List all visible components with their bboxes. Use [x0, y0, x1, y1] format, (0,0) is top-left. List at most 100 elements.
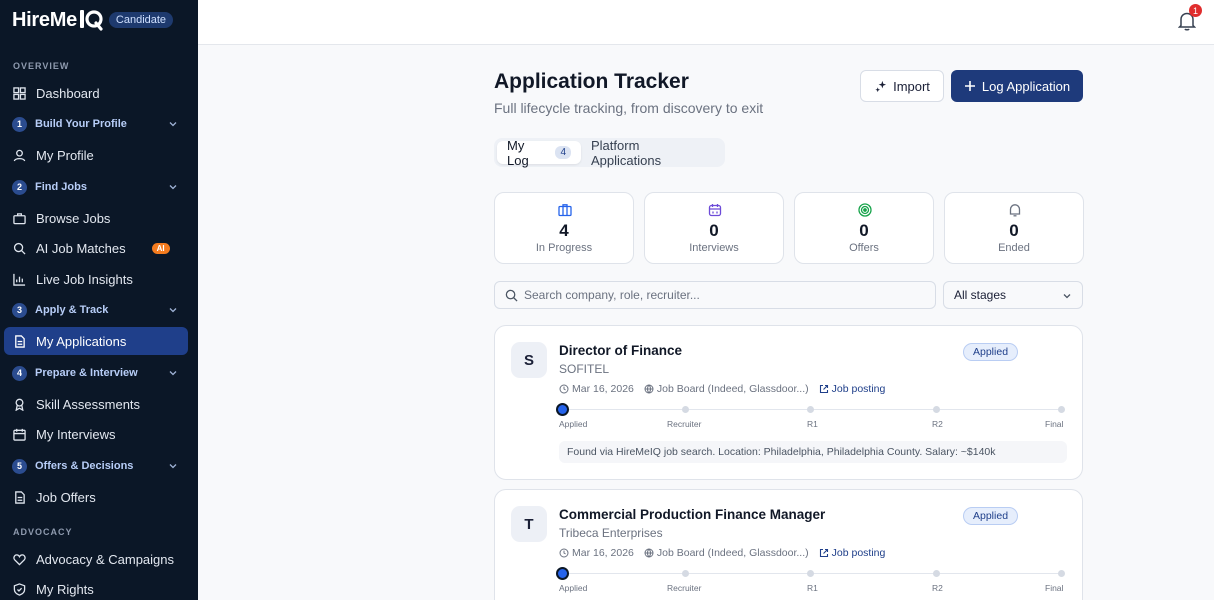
stage-filter-value: All stages: [954, 288, 1007, 302]
notifications-button[interactable]: 1: [1177, 4, 1202, 33]
award-icon: [12, 397, 26, 411]
company-avatar: T: [511, 506, 547, 542]
tab-count-badge: 4: [555, 146, 571, 159]
chart-icon: [12, 272, 26, 286]
plus-icon: [964, 81, 975, 91]
log-application-button-label: Log Application: [981, 78, 1071, 94]
stage-dot-recruiter[interactable]: [682, 406, 689, 413]
grid-icon: [12, 86, 26, 100]
date-text: Mar 16, 2026: [572, 547, 634, 559]
chevron-down-icon: [169, 308, 177, 313]
sidebar-item-my-interviews[interactable]: My Interviews: [4, 420, 188, 448]
chevron-down-icon: [1063, 294, 1071, 299]
link-text: Job posting: [831, 547, 886, 559]
date-text: Mar 16, 2026: [572, 383, 634, 395]
sidebar-group-build-profile[interactable]: 1 Build Your Profile: [4, 111, 188, 137]
sidebar-group-find-jobs[interactable]: 2 Find Jobs: [4, 174, 188, 200]
stage-dot-final[interactable]: [1058, 570, 1065, 577]
stage-label: R1: [807, 583, 818, 593]
job-posting-link[interactable]: Job posting: [819, 383, 885, 395]
notification-count-badge: 1: [1189, 4, 1202, 17]
sidebar-group-offers-decisions[interactable]: 5 Offers & Decisions: [4, 453, 188, 479]
step-number: 1: [12, 116, 27, 132]
stage-filter-select[interactable]: All stages: [943, 281, 1083, 309]
sidebar-item-ai-job-matches[interactable]: AI Job Matches AI: [4, 234, 188, 262]
sidebar-item-my-rights[interactable]: My Rights: [4, 575, 188, 600]
sidebar-item-label: Advocacy & Campaigns: [36, 551, 175, 567]
chevron-down-icon: [169, 464, 177, 469]
section-label-overview: OVERVIEW: [13, 61, 70, 71]
sidebar-group-apply-track[interactable]: 3 Apply & Track: [4, 297, 188, 323]
search-input[interactable]: [524, 288, 904, 302]
sidebar-item-label: Live Job Insights: [36, 271, 133, 287]
application-note: Found via HireMeIQ job search. Location:…: [559, 441, 1067, 463]
stage-dot-applied[interactable]: [556, 567, 569, 580]
sidebar-item-label: My Interviews: [36, 426, 116, 442]
stage-dot-r1[interactable]: [807, 570, 814, 577]
stage-dot-r2[interactable]: [933, 570, 940, 577]
sidebar-group-label: Prepare & Interview: [35, 367, 138, 379]
application-source: Job Board (Indeed, Glassdoor...): [644, 383, 809, 395]
sidebar-item-label: Job Offers: [36, 489, 96, 505]
sidebar-item-skill-assessments[interactable]: Skill Assessments: [4, 390, 188, 418]
view-tabs: My Log 4 Platform Applications: [494, 138, 725, 168]
company-name: SOFITEL: [559, 362, 610, 376]
search-field[interactable]: [494, 281, 936, 309]
date-applied: Mar 16, 2026: [559, 383, 634, 395]
globe-icon: [644, 384, 654, 394]
status-badge: Applied: [963, 507, 1019, 525]
sidebar-item-browse-jobs[interactable]: Browse Jobs: [4, 204, 188, 232]
brand-logo[interactable]: HireMe Candidate: [12, 8, 174, 32]
stat-card-offers[interactable]: 0 Offers: [794, 192, 934, 264]
stage-dot-applied[interactable]: [556, 403, 569, 416]
sidebar-item-my-applications[interactable]: My Applications: [4, 327, 188, 355]
document-icon: [12, 334, 26, 348]
stage-label: Recruiter: [667, 419, 702, 429]
clock-icon: [559, 384, 569, 394]
company-name: Tribeca Enterprises: [559, 526, 663, 540]
stage-dot-final[interactable]: [1058, 406, 1065, 413]
sidebar-item-label: My Profile: [36, 147, 94, 163]
user-icon: [12, 148, 26, 162]
log-application-button[interactable]: Log Application: [951, 70, 1083, 102]
tab-label: Platform Applications: [591, 137, 662, 168]
role-badge: Candidate: [108, 12, 174, 28]
job-posting-link[interactable]: Job posting: [819, 547, 886, 559]
stat-value: 0: [859, 221, 869, 240]
page-subtitle: Full lifecycle tracking, from discovery …: [494, 100, 764, 116]
stage-dot-recruiter[interactable]: [682, 570, 689, 577]
source-text: Job Board (Indeed, Glassdoor...): [656, 383, 809, 395]
sidebar-item-label: Dashboard: [36, 85, 100, 101]
tab-platform-applications[interactable]: Platform Applications: [581, 138, 722, 168]
sidebar-item-advocacy-campaigns[interactable]: Advocacy & Campaigns: [4, 545, 188, 573]
stat-card-interviews[interactable]: 0 Interviews: [644, 192, 784, 264]
job-title: Commercial Production Finance Manager: [559, 507, 826, 522]
sidebar-item-dashboard[interactable]: Dashboard: [4, 79, 188, 107]
stage-dot-r2[interactable]: [933, 406, 940, 413]
sidebar-group-prepare-interview[interactable]: 4 Prepare & Interview: [4, 360, 188, 386]
application-meta: Mar 16, 2026 Job Board (Indeed, Glassdoo…: [559, 547, 895, 559]
stat-card-ended[interactable]: 0 Ended: [944, 192, 1084, 264]
application-card[interactable]: T Commercial Production Finance Manager …: [494, 489, 1083, 600]
external-link-icon: [819, 384, 828, 394]
application-card[interactable]: S Director of Finance SOFITEL Applied Ma…: [494, 325, 1083, 480]
stat-label: Interviews: [689, 242, 739, 254]
stage-label: R1: [807, 419, 818, 429]
sidebar-item-live-job-insights[interactable]: Live Job Insights: [4, 265, 188, 293]
stat-card-in-progress[interactable]: 4 In Progress: [494, 192, 634, 264]
status-badge: Applied: [963, 343, 1019, 361]
briefcase-icon: [558, 204, 572, 217]
sidebar-item-job-offers[interactable]: Job Offers: [4, 483, 188, 511]
import-button[interactable]: Import: [860, 70, 944, 102]
tab-my-log[interactable]: My Log 4: [497, 138, 581, 168]
stage-label: Final: [1045, 419, 1064, 429]
search-icon: [12, 241, 26, 255]
section-label-advocacy: ADVOCACY: [13, 527, 73, 537]
stage-dot-r1[interactable]: [807, 406, 814, 413]
external-link-icon: [819, 548, 828, 558]
briefcase-icon: [12, 211, 26, 225]
sidebar-item-my-profile[interactable]: My Profile: [4, 141, 188, 169]
stat-value: 0: [1009, 221, 1019, 240]
source-text: Job Board (Indeed, Glassdoor...): [656, 547, 809, 559]
job-title: Director of Finance: [559, 343, 683, 358]
